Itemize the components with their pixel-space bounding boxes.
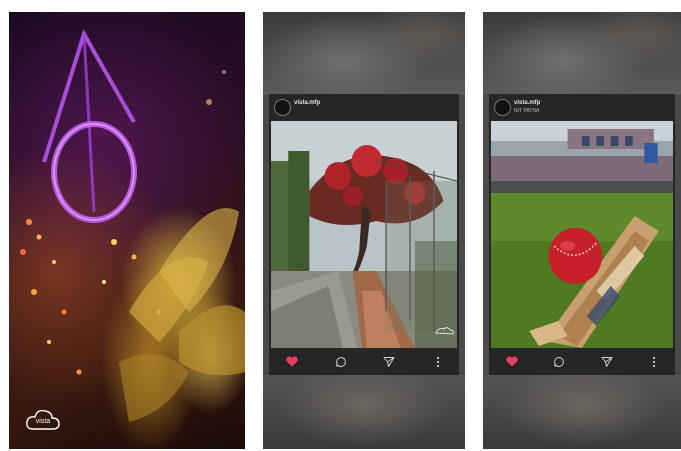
- post-header[interactable]: vista.mfp: [269, 94, 459, 120]
- comment-button[interactable]: [552, 355, 566, 369]
- post-username[interactable]: vista.mfp: [514, 100, 540, 106]
- cricket-ball-bat-photo[interactable]: [491, 121, 673, 348]
- logo-text: vista: [35, 418, 51, 425]
- blurred-background-top: [483, 12, 681, 94]
- post-actions: [489, 348, 675, 375]
- more-button[interactable]: [647, 355, 661, 369]
- screen-post-cricket: vista.mfp NIT PATNA: [483, 12, 681, 449]
- avatar[interactable]: [494, 99, 511, 116]
- like-button[interactable]: [285, 355, 299, 369]
- more-button[interactable]: [431, 355, 445, 369]
- blurred-background-bottom: [263, 375, 465, 449]
- screen-fullscreen-photo: vista: [9, 12, 245, 449]
- heart-icon: [506, 356, 518, 367]
- post-actions: [269, 348, 459, 375]
- heart-icon: [286, 356, 298, 367]
- send-button[interactable]: [600, 355, 614, 369]
- tree-walkway-photo[interactable]: [271, 121, 457, 348]
- post-card: vista.mfp NIT PATNA: [489, 94, 675, 375]
- more-icon: [436, 356, 440, 367]
- send-button[interactable]: [382, 355, 396, 369]
- like-button[interactable]: [505, 355, 519, 369]
- avatar[interactable]: [274, 99, 291, 116]
- send-icon: [383, 356, 395, 367]
- comment-icon: [554, 356, 565, 367]
- brand-logo: vista: [23, 405, 63, 435]
- more-icon: [652, 356, 656, 367]
- post-username[interactable]: vista.mfp: [294, 100, 320, 106]
- neon-sculpture-illustration: [20, 29, 245, 422]
- send-icon: [601, 356, 613, 367]
- comment-icon: [335, 356, 346, 367]
- post-card: vista.mfp: [269, 94, 459, 375]
- blurred-background-top: [263, 12, 465, 94]
- post-header[interactable]: vista.mfp NIT PATNA: [489, 94, 675, 120]
- blurred-background-bottom: [483, 375, 681, 449]
- comment-button[interactable]: [334, 355, 348, 369]
- screen-post-tree: vista.mfp: [263, 12, 465, 449]
- post-location: NIT PATNA: [514, 108, 540, 114]
